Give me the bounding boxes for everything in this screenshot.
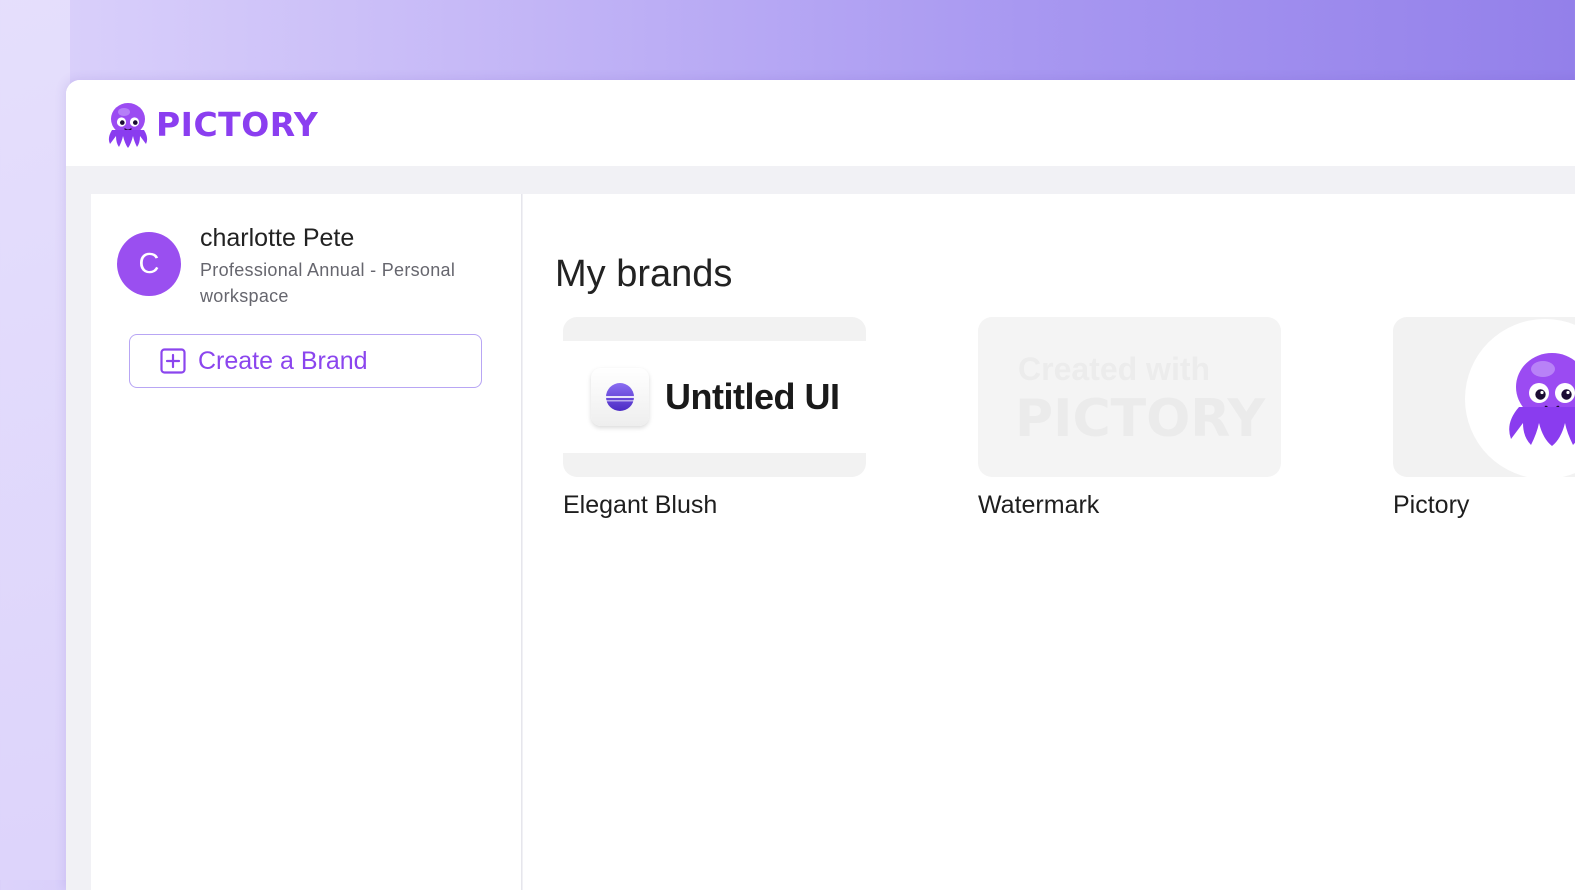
watermark-text-line2: PICTORY: [1015, 389, 1266, 449]
brand-card-watermark[interactable]: Created with PICTORY Watermark: [978, 317, 1281, 520]
brand-thumbnail[interactable]: Untitled UI: [563, 317, 866, 477]
logo-wordmark: PICTORY: [156, 104, 319, 144]
brand-thumbnail[interactable]: Created with PICTORY: [978, 317, 1281, 477]
main-panel: My brands Untitled UI Elegant Blush Crea…: [523, 194, 1575, 890]
octopus-mascot-icon: [1509, 353, 1575, 446]
untitled-ui-logo: Untitled UI: [563, 341, 866, 453]
brand-label: Watermark: [978, 491, 1100, 519]
top-bar: PICTORY: [66, 80, 1575, 166]
background-left-panel: [0, 0, 70, 880]
app-window: PICTORY C charlotte Pete Professional An…: [66, 80, 1575, 890]
untitled-ui-text: Untitled UI: [665, 376, 840, 417]
pictory-logo[interactable]: PICTORY: [104, 98, 318, 150]
plus-square-icon: [160, 348, 186, 374]
brand-label: Pictory: [1393, 491, 1470, 519]
watermark-text-line1: Created with: [1018, 351, 1211, 387]
brand-thumbnail[interactable]: [1393, 317, 1575, 477]
brand-card-elegant-blush[interactable]: Untitled UI Elegant Blush: [563, 317, 866, 520]
brand-label: Elegant Blush: [563, 491, 718, 519]
avatar[interactable]: C: [117, 232, 181, 296]
octopus-logo-icon: [108, 103, 148, 148]
create-brand-button[interactable]: Create a Brand: [129, 334, 482, 388]
create-brand-label: Create a Brand: [198, 346, 368, 375]
page-title: My brands: [555, 253, 733, 296]
untitled-ui-icon: [591, 368, 649, 426]
brand-card-pictory[interactable]: Pictory: [1393, 317, 1575, 520]
avatar-initial: C: [138, 247, 160, 280]
user-name: charlotte Pete: [200, 224, 355, 252]
sidebar: C charlotte Pete Professional Annual - P…: [91, 194, 522, 890]
user-plan: Professional Annual - Personal workspace: [200, 260, 456, 306]
